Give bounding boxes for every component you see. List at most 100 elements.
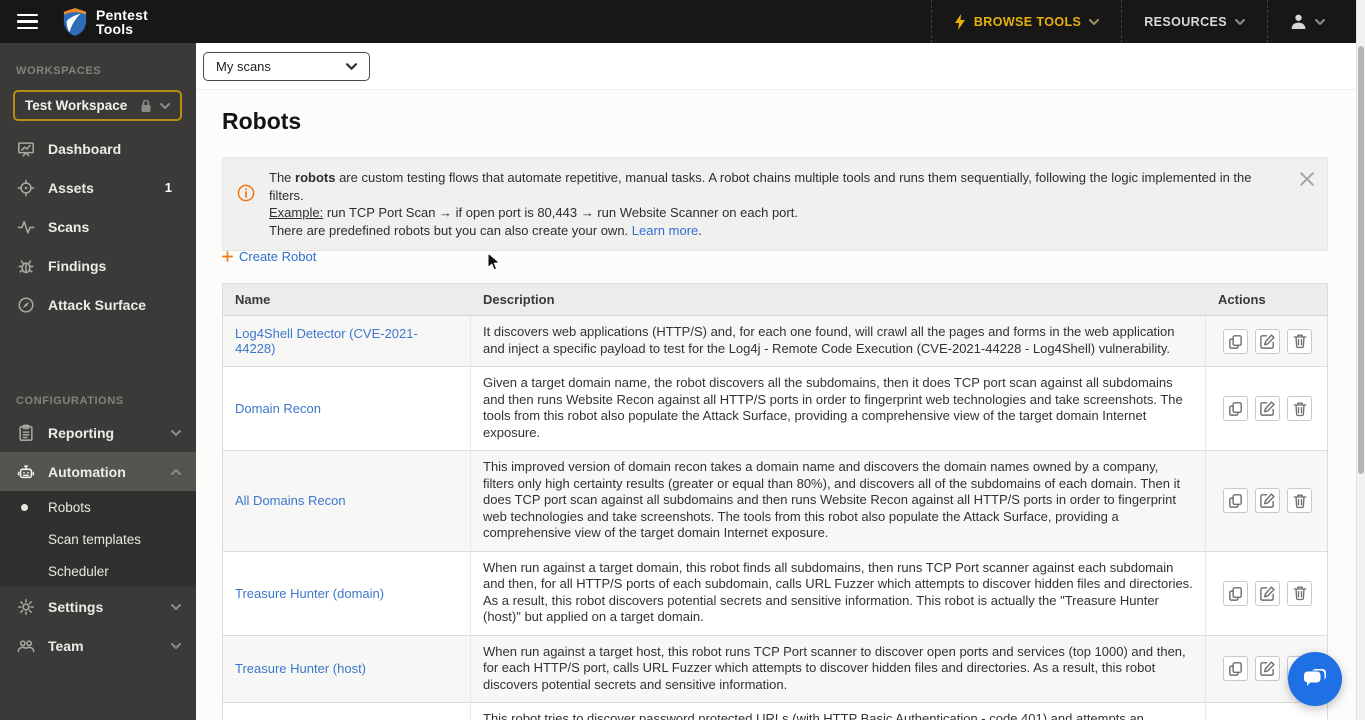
main-content: Robots The robots are custom testing flo… [196, 90, 1356, 720]
edit-icon [1259, 400, 1276, 417]
chevron-down-icon [160, 103, 170, 109]
sidebar-item-team[interactable]: Team [0, 626, 196, 665]
chat-icon [1300, 664, 1330, 694]
chat-widget-button[interactable] [1288, 652, 1342, 706]
chevron-down-icon [171, 643, 181, 649]
edit-button[interactable] [1255, 488, 1280, 514]
compass-icon [17, 296, 35, 314]
workspace-name: Test Workspace [25, 98, 128, 113]
chevron-down-icon [171, 430, 181, 436]
resources-menu[interactable]: RESOURCES [1121, 0, 1267, 43]
scans-icon [17, 218, 35, 236]
configurations-section-label: CONFIGURATIONS [16, 395, 124, 407]
vertical-scrollbar [1356, 0, 1365, 720]
robot-name-link[interactable]: Log4Shell Detector (CVE-2021-44228) [235, 326, 458, 356]
sidebar-item-scans[interactable]: Scans [0, 207, 196, 246]
robot-description: This improved version of domain recon ta… [471, 451, 1206, 551]
copy-icon [1227, 400, 1244, 417]
lock-icon [140, 99, 152, 113]
column-header-actions: Actions [1218, 292, 1266, 307]
delete-button[interactable] [1287, 580, 1312, 606]
workspace-selector[interactable]: Test Workspace [13, 90, 182, 121]
copy-icon [1227, 333, 1244, 350]
pentest-tools-logo[interactable]: Pentest Tools [62, 7, 148, 37]
edit-button[interactable] [1255, 580, 1280, 606]
bolt-icon [954, 14, 966, 30]
sidebar-item-automation[interactable]: Automation [0, 452, 196, 491]
table-row: Auto HTTP Login Bruteforcer This robot t… [223, 703, 1327, 720]
scans-filter-value: My scans [216, 59, 271, 74]
workspaces-section-label: WORKSPACES [16, 65, 102, 77]
copy-icon [1227, 660, 1244, 677]
robot-description: It discovers web applications (HTTP/S) a… [471, 316, 1206, 366]
sidebar-item-assets[interactable]: Assets 1 [0, 168, 196, 207]
browse-tools-menu[interactable]: BROWSE TOOLS [930, 0, 1121, 43]
active-item-dot [21, 503, 28, 511]
delete-button[interactable] [1287, 328, 1312, 354]
delete-icon [1292, 333, 1308, 349]
table-row: Log4Shell Detector (CVE-2021-44228) It d… [223, 316, 1327, 367]
sidebar-item-scheduler[interactable]: Scheduler [0, 555, 196, 587]
user-icon [1290, 13, 1307, 30]
scans-filter-select[interactable]: My scans [203, 52, 370, 81]
copy-button[interactable] [1223, 328, 1248, 354]
copy-button[interactable] [1223, 396, 1248, 421]
chevron-down-icon [346, 63, 357, 70]
delete-button[interactable] [1287, 396, 1312, 421]
table-row: Treasure Hunter (host) When run against … [223, 635, 1327, 703]
copy-icon [1227, 492, 1244, 509]
create-robot-button[interactable]: Create Robot [222, 249, 316, 264]
sidebar-item-dashboard[interactable]: Dashboard [0, 129, 196, 168]
edit-button[interactable] [1255, 656, 1280, 682]
table-header-row: Name Description Actions [223, 284, 1327, 316]
logo-text: Pentest Tools [96, 6, 148, 37]
robot-name-link[interactable]: Treasure Hunter (domain) [235, 586, 384, 601]
clipboard-icon [17, 424, 35, 442]
sidebar-item-settings[interactable]: Settings [0, 587, 196, 626]
learn-more-link[interactable]: Learn more [632, 223, 698, 238]
edit-button[interactable] [1255, 328, 1280, 354]
delete-icon [1292, 585, 1308, 601]
user-menu[interactable] [1267, 0, 1347, 43]
copy-button[interactable] [1223, 580, 1248, 606]
robot-description: When run against a target host, this rob… [471, 635, 1206, 702]
menu-icon[interactable] [0, 0, 54, 43]
page-title: Robots [222, 108, 302, 134]
scrollbar-thumb[interactable] [1358, 46, 1364, 474]
create-robot-label: Create Robot [239, 249, 317, 264]
gear-icon [17, 598, 35, 616]
robot-name-link[interactable]: Domain Recon [235, 401, 321, 416]
sidebar-item-reporting[interactable]: Reporting [0, 413, 196, 452]
column-header-name: Name [235, 292, 271, 307]
delete-button[interactable] [1287, 488, 1312, 514]
robots-table: Name Description Actions Log4Shell Detec… [222, 283, 1328, 720]
robot-description: Given a target domain name, the robot di… [471, 367, 1206, 450]
robot-description: This robot tries to discover password pr… [471, 703, 1206, 720]
table-row: All Domains Recon This improved version … [223, 451, 1327, 552]
sidebar-item-scan-templates[interactable]: Scan templates [0, 523, 196, 555]
assets-count-badge: 1 [164, 180, 172, 195]
assets-icon [17, 179, 35, 197]
sidebar-item-attack-surface[interactable]: Attack Surface [0, 285, 196, 324]
chevron-up-icon [171, 469, 181, 475]
edit-icon [1259, 492, 1276, 509]
shield-logo-icon [62, 7, 88, 37]
close-icon[interactable] [1300, 172, 1314, 186]
copy-button[interactable] [1223, 656, 1248, 682]
automation-submenu: Robots Scan templates Scheduler [0, 491, 196, 587]
delete-icon [1292, 493, 1308, 509]
top-navbar: Pentest Tools BROWSE TOOLS RESOURCES [0, 0, 1365, 43]
robot-name-link[interactable]: All Domains Recon [235, 493, 346, 508]
sidebar-item-robots[interactable]: Robots [0, 491, 196, 523]
delete-icon [1292, 401, 1308, 417]
info-icon [237, 184, 255, 202]
banner-line-2: Example: run TCP Port Scan → if open por… [269, 205, 798, 220]
edit-icon [1259, 333, 1276, 350]
edit-icon [1259, 660, 1276, 677]
sidebar-item-findings[interactable]: Findings [0, 246, 196, 285]
browse-tools-label: BROWSE TOOLS [973, 14, 1082, 29]
edit-button[interactable] [1255, 396, 1280, 421]
copy-button[interactable] [1223, 488, 1248, 514]
robot-name-link[interactable]: Treasure Hunter (host) [235, 661, 366, 676]
team-icon [17, 637, 35, 655]
